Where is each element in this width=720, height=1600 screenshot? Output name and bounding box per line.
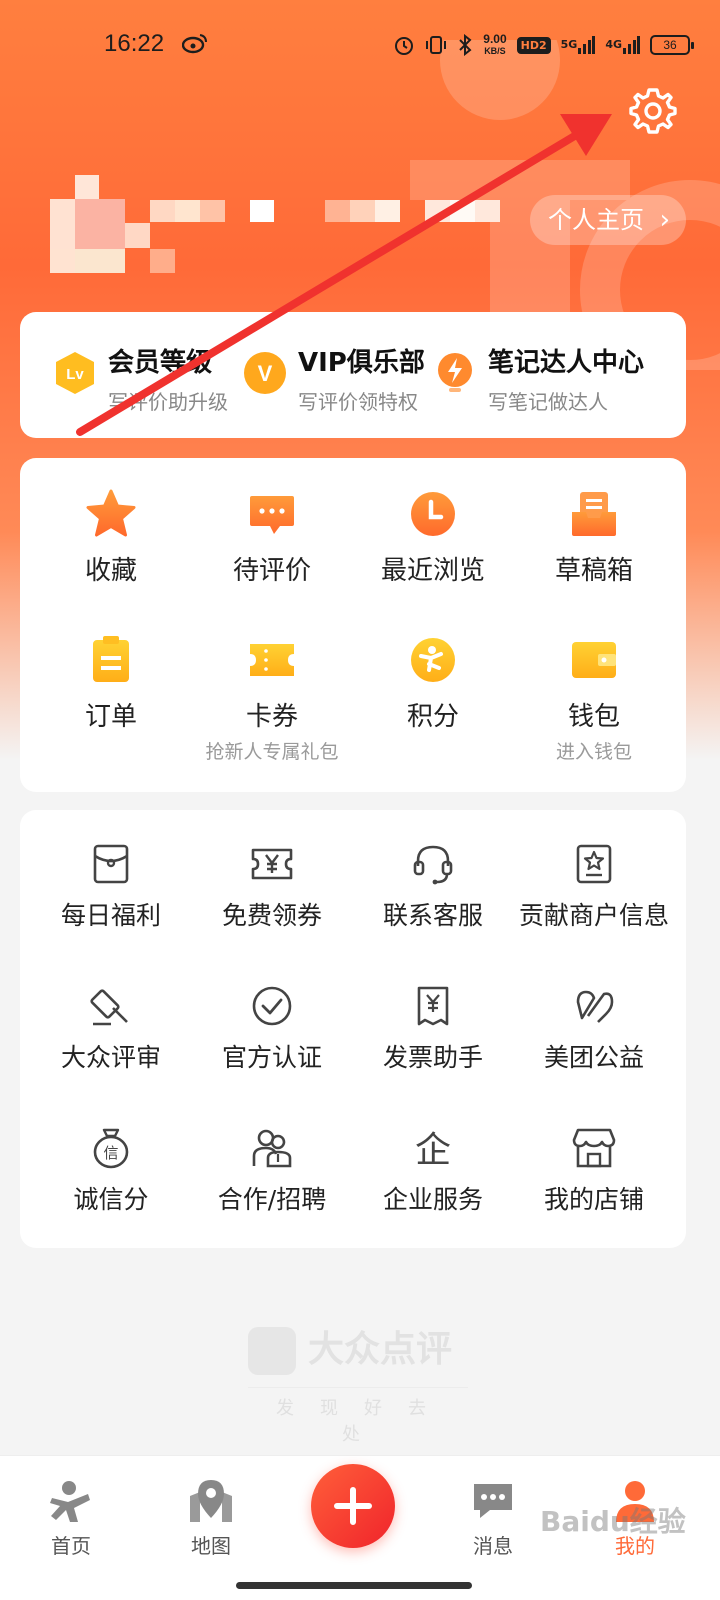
gavel-icon: [90, 989, 128, 1026]
verified-icon: [252, 986, 292, 1026]
headset-icon: [413, 845, 453, 885]
home-person-icon: [50, 1481, 90, 1522]
publish-plus-button[interactable]: [311, 1464, 395, 1548]
bluetooth-icon: [459, 34, 472, 56]
orders-item[interactable]: 订单: [28, 634, 194, 733]
baidu-watermark: Baidu经验: [540, 1505, 686, 1538]
message-icon: [474, 1484, 512, 1518]
svg-text:Lv: Lv: [66, 366, 84, 383]
enterprise-icon: 企: [415, 1130, 451, 1170]
points-item[interactable]: 积分: [350, 634, 516, 733]
meituan-charity-item[interactable]: 美团公益: [511, 984, 677, 1074]
user-avatar-name-pixelated[interactable]: [50, 175, 510, 285]
svg-text:信: 信: [103, 1144, 118, 1162]
lightning-bulb-icon: [438, 353, 472, 392]
tab-map[interactable]: 地图: [166, 1478, 256, 1559]
recent-browse-item[interactable]: 最近浏览: [350, 488, 516, 587]
hd-badge: HD2: [516, 36, 551, 54]
status-time: 16:22: [104, 30, 165, 57]
network-speed: 9.00 KB/S: [483, 32, 507, 56]
note-expert-item[interactable]: 笔记达人中心 写笔记做达人: [432, 342, 672, 414]
order-icon: [93, 636, 129, 682]
note-expert-subtitle: 写笔记做达人: [488, 390, 608, 414]
home-indicator[interactable]: [236, 1582, 472, 1589]
daily-welfare-item[interactable]: 每日福利: [28, 842, 194, 932]
signal-bars-icon: [623, 36, 640, 54]
main-shortcuts-card: 收藏 待评价 最近浏览 草稿箱 订单 卡券 抢新人专属礼包 积分 钱包 进入钱包: [20, 458, 686, 792]
credit-bag-icon: 信: [93, 1128, 129, 1169]
level-badge-icon: Lv: [56, 352, 94, 394]
footer-brand: 大众点评: [248, 1325, 468, 1375]
yen-ticket-icon: [251, 848, 293, 880]
signal-5g: 5G: [561, 36, 596, 54]
points-icon: [411, 638, 455, 682]
vip-club-item[interactable]: V VIP俱乐部 写评价领特权: [242, 342, 442, 414]
credit-score-item[interactable]: 信 诚信分: [28, 1126, 194, 1216]
invoice-icon: [417, 986, 449, 1026]
member-level-title: 会员等级: [108, 348, 213, 378]
plus-icon: [334, 1487, 372, 1525]
alarm-icon: [395, 37, 414, 55]
free-coupon-item[interactable]: 免费领券: [189, 842, 355, 932]
my-store-item[interactable]: 我的店铺: [511, 1126, 677, 1216]
wallet-item[interactable]: 钱包 进入钱包: [511, 634, 677, 764]
member-level-item[interactable]: Lv 会员等级 写评价助升级: [52, 342, 252, 414]
people-icon: [252, 1129, 292, 1168]
settings-gear-icon[interactable]: [628, 86, 678, 136]
status-bar: 16:22 9.00 KB/S HD2 5G 4G 36: [0, 0, 720, 92]
vip-badge-icon: V: [244, 352, 286, 394]
vibrate-icon: [426, 36, 447, 54]
tab-home[interactable]: 首页: [26, 1478, 116, 1559]
vip-club-title: VIP俱乐部: [298, 348, 425, 378]
profile-home-button[interactable]: 个人主页 ›: [530, 195, 686, 245]
tools-card: 每日福利 免费领券 联系客服 贡献商户信息 大众评审 官方认证 发票助手 美团公…: [20, 810, 686, 1248]
coupon-icon: [250, 644, 294, 676]
draft-box-item[interactable]: 草稿箱: [511, 488, 677, 587]
member-card: Lv 会员等级 写评价助升级 V VIP俱乐部 写评价领特权 笔记达人中心 写笔…: [20, 312, 686, 438]
star-icon: [86, 489, 136, 537]
customer-service-item[interactable]: 联系客服: [350, 842, 516, 932]
signal-4g: 4G: [605, 36, 640, 54]
public-review-item[interactable]: 大众评审: [28, 984, 194, 1074]
svg-text:企: 企: [415, 1130, 451, 1170]
battery-indicator: 36: [650, 35, 694, 55]
footer-slogan: 发现好去处: [248, 1387, 468, 1446]
contribute-merchant-item[interactable]: 贡献商户信息: [511, 842, 677, 932]
footer-logo: 大众点评 发现好去处: [248, 1325, 468, 1445]
clock-icon: [411, 492, 455, 536]
status-icons: 9.00 KB/S HD2 5G 4G 36: [393, 28, 694, 62]
signal-bars-icon: [578, 36, 596, 54]
official-verify-item[interactable]: 官方认证: [189, 984, 355, 1074]
chevron-right-icon: ›: [659, 205, 670, 235]
member-level-subtitle: 写评价助升级: [108, 390, 228, 414]
wallet-icon: [572, 642, 616, 678]
svg-text:V: V: [258, 361, 273, 386]
store-icon: [572, 1128, 616, 1168]
map-pin-icon: [190, 1480, 232, 1522]
red-packet-icon: [93, 844, 129, 884]
pending-review-item[interactable]: 待评价: [189, 488, 355, 587]
coupons-item[interactable]: 卡券 抢新人专属礼包: [189, 634, 355, 764]
vip-club-subtitle: 写评价领特权: [298, 390, 418, 414]
favorites-item[interactable]: 收藏: [28, 488, 194, 587]
charity-icon: [576, 990, 614, 1023]
enterprise-service-item[interactable]: 企 企业服务: [350, 1126, 516, 1216]
comment-icon: [250, 496, 294, 534]
tab-messages[interactable]: 消息: [448, 1478, 538, 1559]
contribute-icon: [576, 844, 612, 884]
invoice-assistant-item[interactable]: 发票助手: [350, 984, 516, 1074]
draft-box-icon: [572, 492, 616, 536]
note-expert-title: 笔记达人中心: [488, 348, 645, 378]
dianping-logo-icon: [248, 1327, 296, 1375]
cooperation-recruit-item[interactable]: 合作/招聘: [189, 1126, 355, 1216]
weibo-icon: [182, 34, 207, 54]
